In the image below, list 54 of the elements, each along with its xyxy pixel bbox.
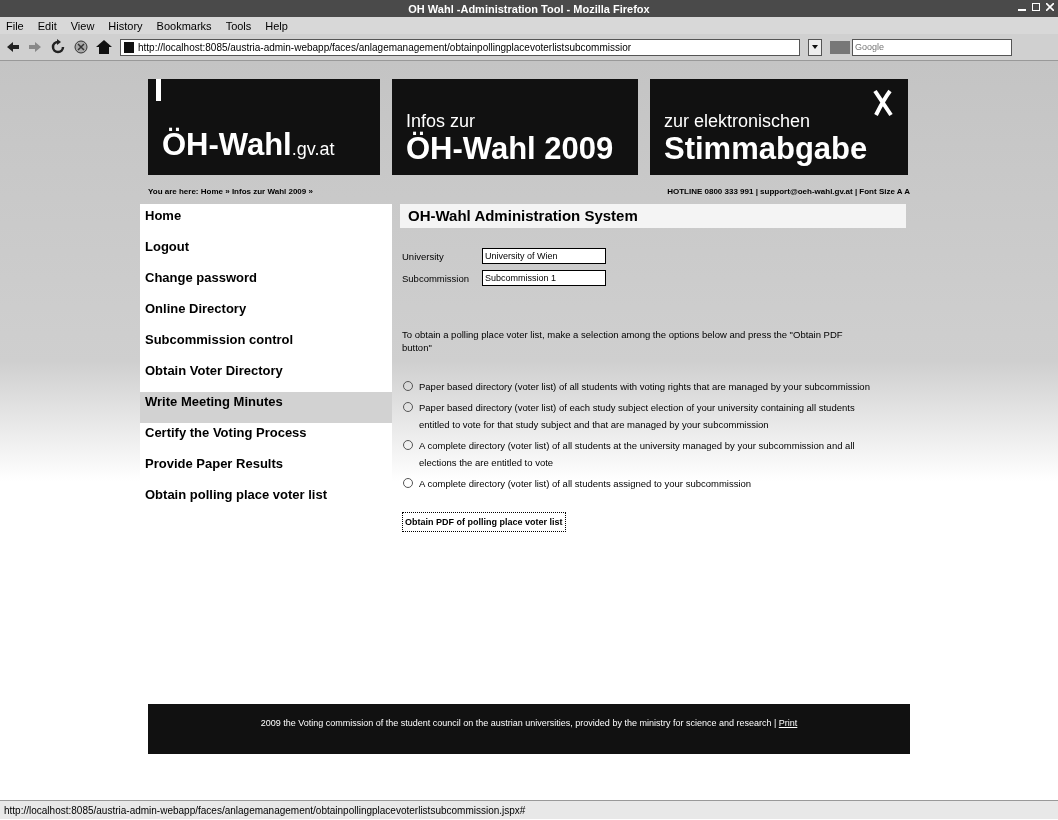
field-label: University	[402, 250, 445, 262]
sidebar-link[interactable]: Obtain Voter Directory	[140, 361, 392, 392]
sidebar-link[interactable]: Obtain polling place voter list	[140, 485, 392, 516]
option-label: A complete directory (voter list) of all students assigned to your subcommission	[419, 477, 752, 491]
window-title: OH Wahl -Administration Tool - Mozilla Firefox	[408, 2, 650, 15]
sidebar-link[interactable]: Home	[140, 206, 392, 237]
menu-item[interactable]: History	[106, 19, 145, 32]
banner[interactable]: Infos zur ÖH-Wahl 2009	[392, 79, 638, 175]
field-label: Subcommission	[402, 272, 471, 284]
option-label: Paper based directory (voter list) of all students with voting rights that are managed by your subcommission	[419, 380, 870, 394]
cross-mark-icon	[872, 89, 894, 117]
sidebar-link[interactable]: Subcommission control	[140, 330, 392, 361]
back-arrow-icon[interactable]	[6, 41, 20, 53]
footer-text: 2009 the Voting commission of the student council on the austrian universities, provided by the ministry for science and research |	[260, 718, 778, 728]
banner[interactable]: ÖH-Wahl.gv.at	[148, 79, 380, 175]
menu-item[interactable]: View	[68, 19, 97, 32]
menu-item[interactable]: Edit	[35, 19, 59, 32]
option-label: Paper based directory (voter list) of each study subject election of your university containing all students entitled to vote for that study subject and that are managed by your subcommission	[419, 401, 856, 432]
dropdown-button[interactable]	[808, 38, 822, 56]
banner-title: ÖH-Wahl 2009	[406, 131, 614, 167]
stop-icon[interactable]	[74, 40, 88, 54]
search-field[interactable]: Google	[852, 38, 1012, 56]
banner-title: Stimmabgabe	[664, 131, 868, 167]
address-bar[interactable]: http://localhost:8085/austria-admin-webapp/faces/anlagemanagement/obtainpollingplacevoterlistsubcommissior	[120, 38, 800, 56]
breadcrumb: You are here: Home » Infos zur Wahl 2009 »	[148, 187, 313, 196]
bar-icon	[156, 79, 161, 101]
banner-subtitle: Infos zur	[406, 111, 476, 131]
sidebar-link[interactable]: Online Directory	[140, 299, 392, 330]
hotline-text: HOTLINE 0800 333 991 | support@oeh-wahl.gv.at | Font Size A A	[667, 187, 910, 196]
close-icon[interactable]	[1046, 3, 1054, 11]
sidebar-link[interactable]: Change password	[140, 268, 392, 299]
menu-item[interactable]: Help	[263, 19, 290, 32]
input-field[interactable]: University of Wien	[482, 248, 606, 264]
sidebar-link[interactable]: Certify the Voting Process	[140, 423, 392, 454]
maximize-icon[interactable]	[1032, 3, 1040, 11]
sidebar-link[interactable]: Provide Paper Results	[140, 454, 392, 485]
menu-item[interactable]: Bookmarks	[154, 19, 214, 32]
home-icon[interactable]	[96, 40, 112, 54]
print-link[interactable]: Print	[778, 718, 798, 728]
banner[interactable]: zur elektronischen Stimmabgabe	[650, 79, 908, 175]
caret-icon	[812, 45, 818, 49]
status-text: http://localhost:8085/austria-admin-webapp/faces/anlagemanagement/obtainpollingplacevoterlistsubcommission.jspx#	[4, 804, 526, 816]
menu-item[interactable]: Tools	[223, 19, 254, 32]
sidebar-link[interactable]: Logout	[140, 237, 392, 268]
reload-icon[interactable]	[50, 39, 66, 55]
menu-item[interactable]: File	[4, 19, 26, 32]
input-field[interactable]: Subcommission 1	[482, 270, 606, 286]
instruction-text: To obtain a polling place voter list, make a selection among the options below and press the "Obtain PDF button"	[402, 328, 844, 354]
page-title: OH-Wahl Administration System	[400, 204, 906, 228]
obtain-pdf-button[interactable]: Obtain PDF of polling place voter list	[402, 512, 566, 532]
banner-subtitle: zur elektronischen	[664, 111, 811, 131]
option-label: A complete directory (voter list) of all students at the university managed by your subcommission and all elections the are entitled to vote	[419, 439, 856, 470]
logo-text: ÖH-Wahl.gv.at	[162, 127, 335, 164]
sidebar-link[interactable]: Write Meeting Minutes	[140, 392, 392, 423]
